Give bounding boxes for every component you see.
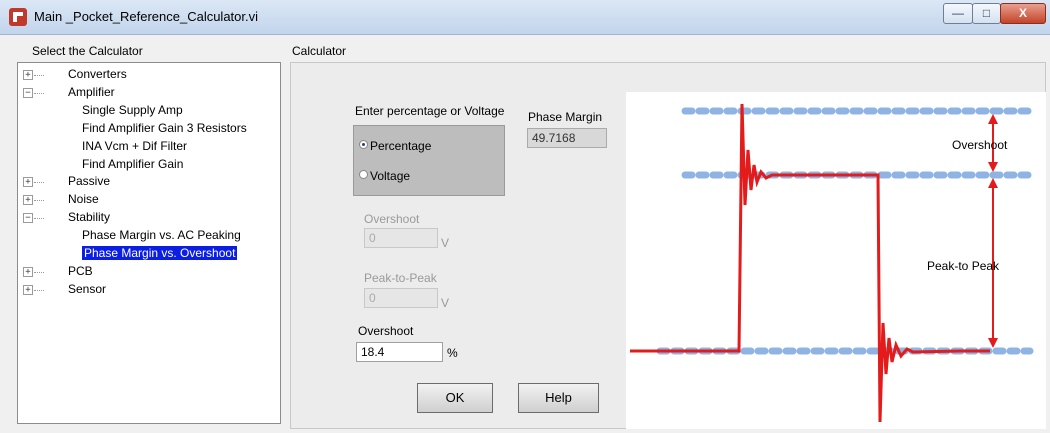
step-response-diagram: Overshoot Peak-to Peak <box>630 103 1034 423</box>
arrow-head-down <box>988 338 998 348</box>
arrow-head-up <box>988 114 998 124</box>
arrow-head-up <box>988 178 998 188</box>
peak-to-peak-annotation: Peak-to Peak <box>927 259 1000 273</box>
arrow-head-down <box>988 162 998 172</box>
overshoot-annotation: Overshoot <box>952 138 1008 152</box>
